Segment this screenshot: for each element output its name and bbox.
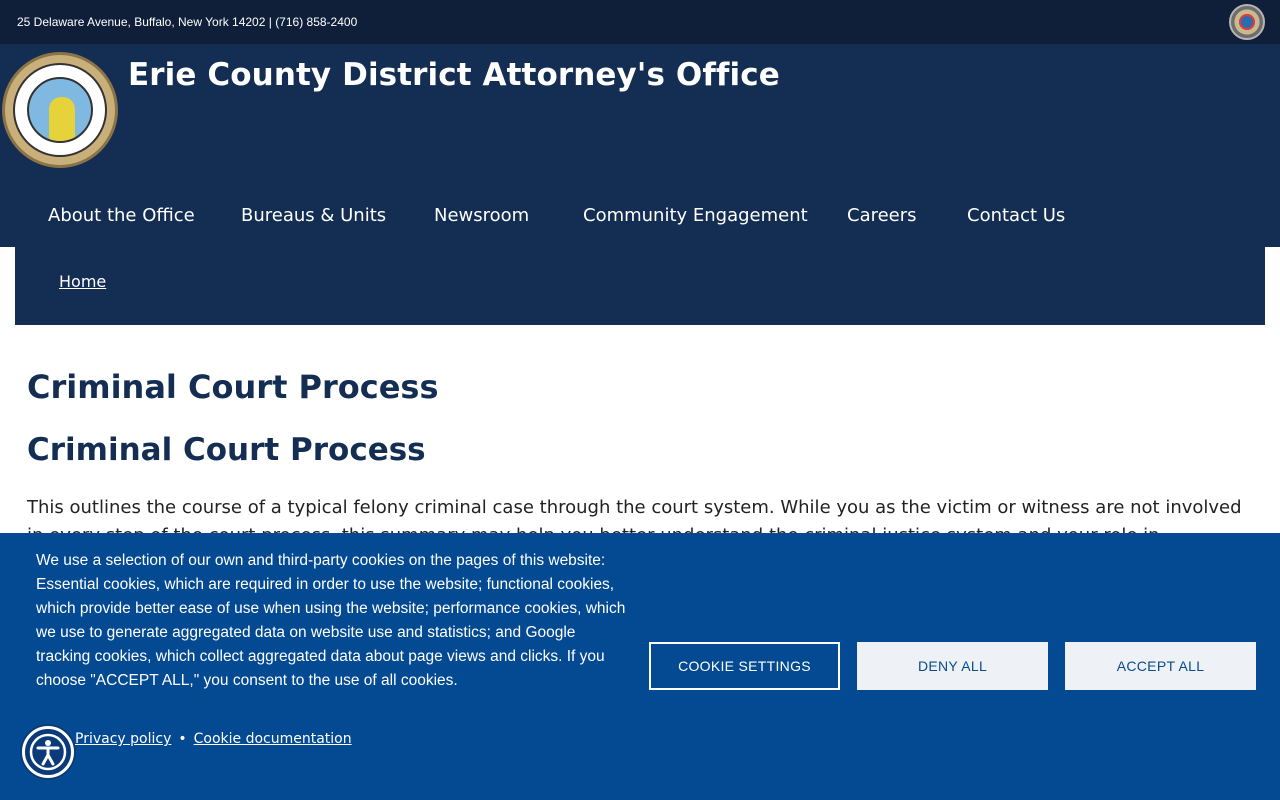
nav-item-about[interactable]: About the Office: [48, 205, 195, 226]
nav-item-newsroom[interactable]: Newsroom: [434, 205, 529, 226]
nav-item-community[interactable]: Community Engagement: [583, 205, 808, 226]
nav-item-contact[interactable]: Contact Us: [967, 205, 1065, 226]
section-title: Criminal Court Process: [27, 432, 426, 468]
da-office-seal-icon[interactable]: [2, 52, 118, 168]
cookie-notice-text: We use a selection of our own and third-…: [36, 552, 626, 689]
accept-all-button[interactable]: ACCEPT ALL: [1065, 642, 1256, 690]
county-seal-icon[interactable]: [1229, 4, 1265, 40]
breadcrumb-home-link[interactable]: Home: [59, 272, 106, 291]
nav-item-careers[interactable]: Careers: [847, 205, 917, 226]
privacy-policy-link[interactable]: Privacy policy: [75, 731, 171, 747]
link-separator: •: [178, 731, 187, 747]
accessibility-icon[interactable]: [22, 726, 74, 778]
cookie-links: Privacy policy • Cookie documentation: [75, 731, 352, 747]
page-title: Criminal Court Process: [27, 368, 439, 406]
cookie-settings-button[interactable]: COOKIE SETTINGS: [649, 642, 840, 690]
nav-item-bureaus[interactable]: Bureaus & Units: [241, 205, 386, 226]
deny-all-button[interactable]: DENY ALL: [857, 642, 1048, 690]
breadcrumb: Home: [15, 247, 1265, 325]
top-bar: 25 Delaware Avenue, Buffalo, New York 14…: [0, 0, 1280, 44]
main-navigation: About the Office Bureaus & Units Newsroo…: [0, 194, 1280, 238]
office-address: 25 Delaware Avenue, Buffalo, New York 14…: [17, 15, 358, 29]
site-header: Erie County District Attorney's Office A…: [0, 44, 1280, 247]
cookie-documentation-link[interactable]: Cookie documentation: [194, 731, 352, 747]
site-title[interactable]: Erie County District Attorney's Office: [128, 57, 780, 93]
cookie-banner: We use a selection of our own and third-…: [0, 533, 1280, 800]
